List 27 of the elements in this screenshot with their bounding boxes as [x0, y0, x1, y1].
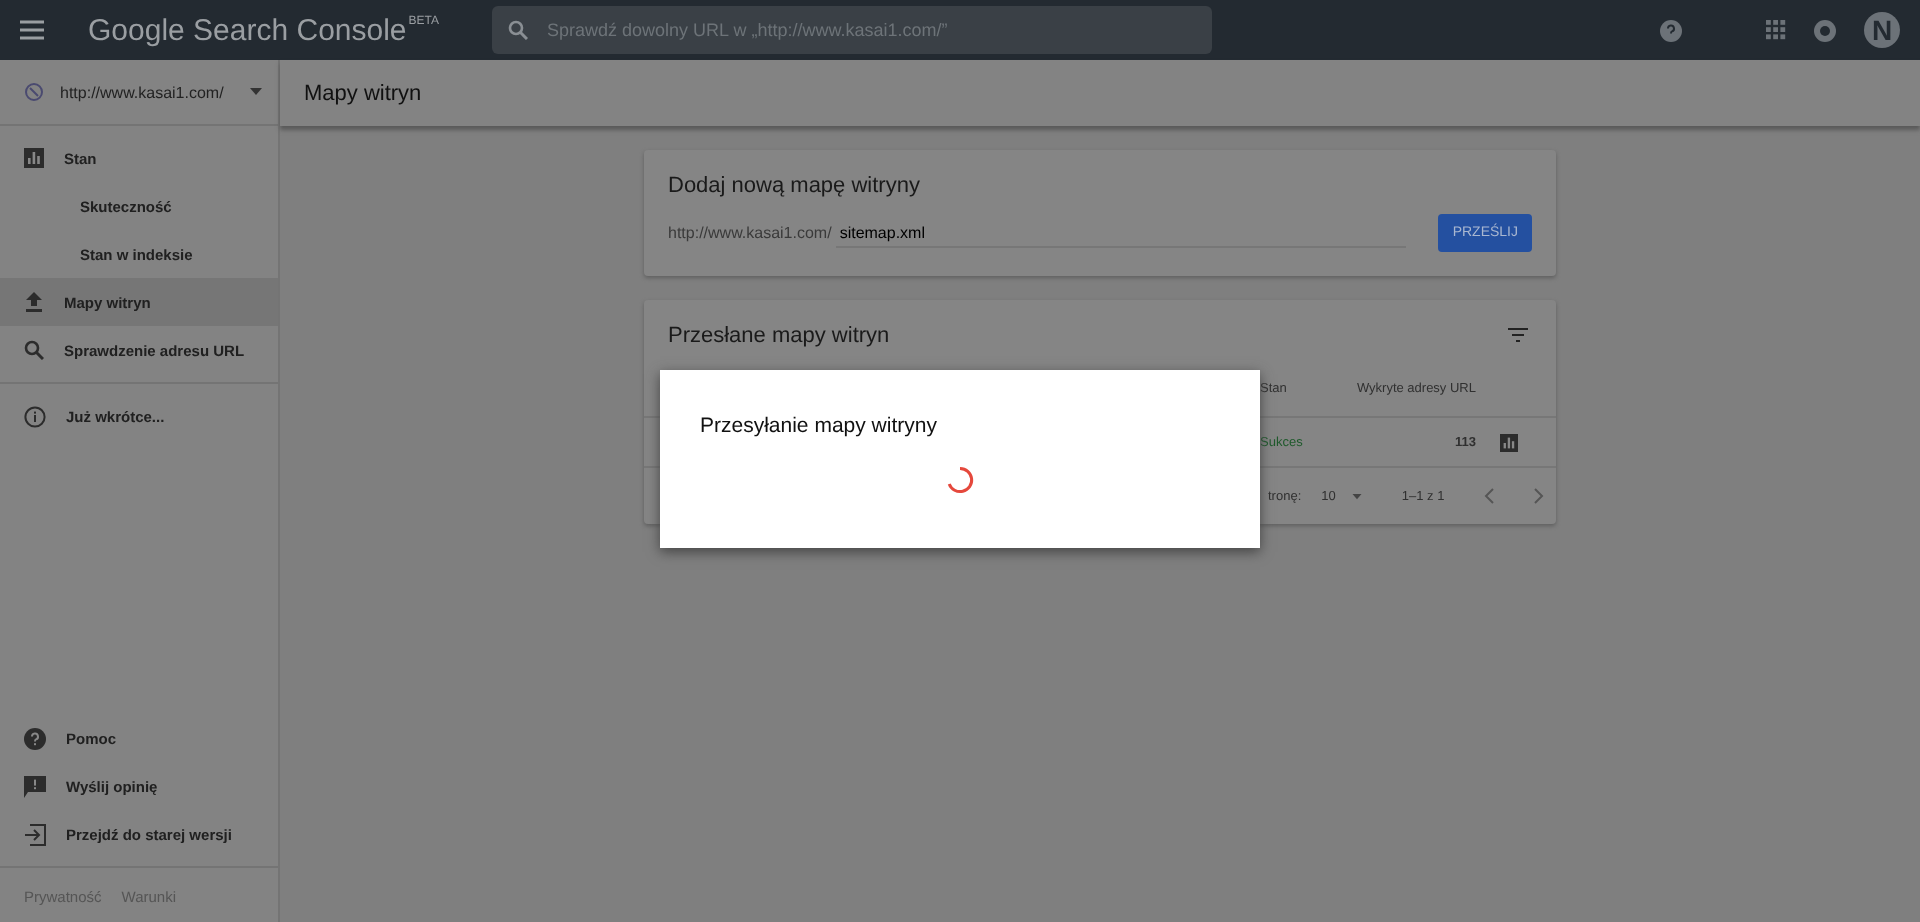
- apps-grid-icon[interactable]: [1766, 20, 1786, 40]
- search-icon: [507, 20, 527, 40]
- bar-chart-icon[interactable]: [1500, 433, 1518, 451]
- property-selector[interactable]: http://www.kasai1.com/: [0, 60, 278, 126]
- sitemap-input[interactable]: sitemap.xml: [835, 219, 1407, 247]
- url-prefix: http://www.kasai1.com/: [668, 224, 832, 242]
- property-url: http://www.kasai1.com/: [60, 83, 226, 101]
- avatar[interactable]: N: [1864, 12, 1900, 48]
- upload-icon: [24, 292, 44, 312]
- exit-icon: [24, 823, 46, 845]
- bar-chart-icon: [24, 148, 44, 168]
- search-icon: [24, 340, 44, 360]
- filter-icon[interactable]: [1508, 327, 1528, 341]
- caret-icon: [250, 88, 262, 96]
- info-icon: [24, 405, 46, 427]
- app-logo: Google Search Console: [88, 13, 407, 47]
- dialog-title: Przesyłanie mapy witryny: [700, 414, 939, 438]
- menu-icon[interactable]: [20, 20, 44, 40]
- card-title: Przesłane mapy witryn: [666, 322, 892, 348]
- help-icon: [24, 727, 46, 749]
- feedback-icon: [24, 775, 46, 797]
- next-page-icon[interactable]: [1534, 488, 1545, 504]
- page-title: Mapy witryn: [280, 60, 1920, 126]
- previous-page-icon[interactable]: [1484, 488, 1495, 504]
- caret-icon: [1351, 493, 1362, 499]
- card-title: Dodaj nową mapę witryny: [666, 172, 922, 198]
- help-icon[interactable]: [1660, 19, 1682, 41]
